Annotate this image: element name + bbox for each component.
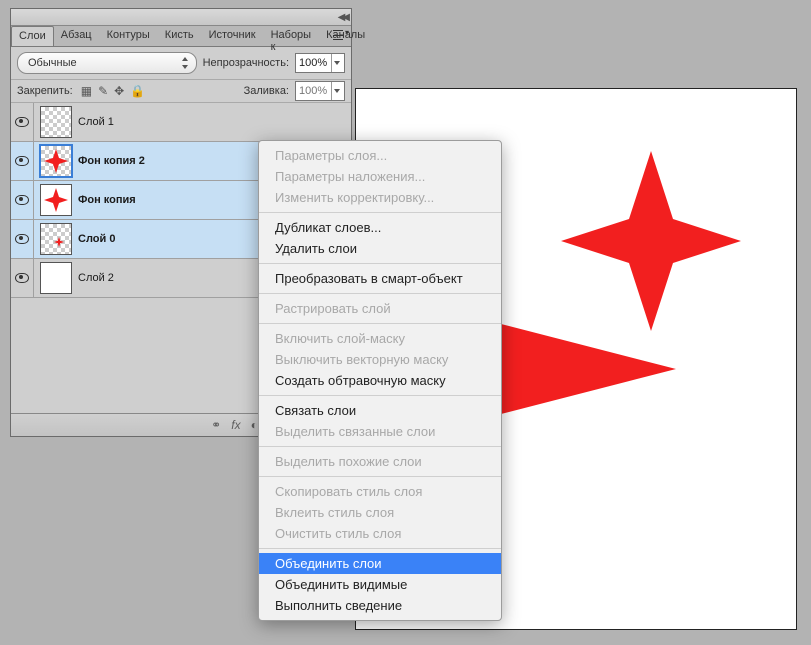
layer-thumbnail[interactable] <box>40 223 72 255</box>
layer-row[interactable]: Слой 1 <box>11 103 351 142</box>
eye-icon <box>15 117 29 127</box>
blend-mode-select[interactable]: Обычные <box>17 52 197 74</box>
context-menu-item: Выделить связанные слои <box>259 421 501 442</box>
eye-icon <box>15 195 29 205</box>
tab-layers[interactable]: Слои <box>11 26 54 46</box>
context-menu-item: Параметры наложения... <box>259 166 501 187</box>
lock-fill-row: Закрепить: ▦ ✎ ✥ 🔒 Заливка: 100% <box>11 80 351 103</box>
layer-name[interactable]: Слой 1 <box>78 116 114 128</box>
visibility-toggle[interactable] <box>11 103 34 141</box>
eye-icon <box>15 156 29 166</box>
fill-label: Заливка: <box>244 85 289 97</box>
layer-thumbnail[interactable] <box>40 106 72 138</box>
context-menu-item[interactable]: Выполнить сведение <box>259 595 501 616</box>
context-menu-item: Вклеить стиль слоя <box>259 502 501 523</box>
lock-label: Закрепить: <box>17 85 73 97</box>
lock-icons: ▦ ✎ ✥ 🔒 <box>81 84 145 98</box>
add-mask-icon[interactable]: ◐ <box>251 418 258 432</box>
layer-context-menu: Параметры слоя...Параметры наложения...И… <box>258 140 502 621</box>
lock-all-icon[interactable]: 🔒 <box>130 84 145 98</box>
layer-name[interactable]: Слой 0 <box>78 233 115 245</box>
context-menu-item: Выделить похожие слои <box>259 451 501 472</box>
layer-thumbnail[interactable] <box>40 184 72 216</box>
layer-name[interactable]: Слой 2 <box>78 272 114 284</box>
blend-opacity-row: Обычные Непрозрачность: 100% <box>11 47 351 80</box>
chevron-down-icon[interactable] <box>331 82 341 100</box>
context-menu-item[interactable]: Дубликат слоев... <box>259 217 501 238</box>
opacity-input[interactable]: 100% <box>295 53 345 73</box>
visibility-toggle[interactable] <box>11 181 34 219</box>
context-menu-item: Параметры слоя... <box>259 145 501 166</box>
collapse-arrows-icon: ◀◀ <box>338 12 347 23</box>
opacity-label: Непрозрачность: <box>203 57 289 69</box>
tab-paths[interactable]: Контуры <box>100 26 158 46</box>
tab-presets[interactable]: Наборы к <box>264 26 320 46</box>
tab-paragraph[interactable]: Абзац <box>54 26 100 46</box>
panel-menu-button[interactable] <box>331 28 347 42</box>
opacity-value: 100% <box>299 57 327 69</box>
lock-transparency-icon[interactable]: ▦ <box>81 84 92 98</box>
context-menu-item[interactable]: Объединить видимые <box>259 574 501 595</box>
context-menu-item[interactable]: Создать обтравочную маску <box>259 370 501 391</box>
tab-brush[interactable]: Кисть <box>158 26 202 46</box>
context-menu-item: Выключить векторную маску <box>259 349 501 370</box>
context-menu-item: Включить слой-маску <box>259 328 501 349</box>
context-menu-item[interactable]: Преобразовать в смарт-объект <box>259 268 501 289</box>
chevron-down-icon[interactable] <box>331 54 341 72</box>
link-layers-icon[interactable]: ⚭ <box>211 418 221 432</box>
tab-source[interactable]: Источник <box>202 26 264 46</box>
panel-titlebar[interactable]: ◀◀ <box>11 9 351 26</box>
context-menu-item[interactable]: Связать слои <box>259 400 501 421</box>
layer-name[interactable]: Фон копия 2 <box>78 155 145 167</box>
layer-name[interactable]: Фон копия <box>78 194 136 206</box>
fill-input[interactable]: 100% <box>295 81 345 101</box>
visibility-toggle[interactable] <box>11 220 34 258</box>
context-menu-item: Растрировать слой <box>259 298 501 319</box>
context-menu-item[interactable]: Удалить слои <box>259 238 501 259</box>
fill-value: 100% <box>299 85 327 97</box>
context-menu-item[interactable]: Объединить слои <box>259 553 501 574</box>
layer-style-icon[interactable]: fx <box>231 418 240 432</box>
blend-mode-value: Обычные <box>28 57 77 69</box>
eye-icon <box>15 273 29 283</box>
context-menu-item: Скопировать стиль слоя <box>259 481 501 502</box>
eye-icon <box>15 234 29 244</box>
context-menu-item: Изменить корректировку... <box>259 187 501 208</box>
layer-thumbnail[interactable] <box>40 262 72 294</box>
lock-pixels-icon[interactable]: ✎ <box>98 84 108 98</box>
visibility-toggle[interactable] <box>11 142 34 180</box>
layer-thumbnail[interactable] <box>40 145 72 177</box>
visibility-toggle[interactable] <box>11 259 34 297</box>
context-menu-item: Очистить стиль слоя <box>259 523 501 544</box>
panel-tabs: Слои Абзац Контуры Кисть Источник Наборы… <box>11 26 351 47</box>
lock-position-icon[interactable]: ✥ <box>114 84 124 98</box>
